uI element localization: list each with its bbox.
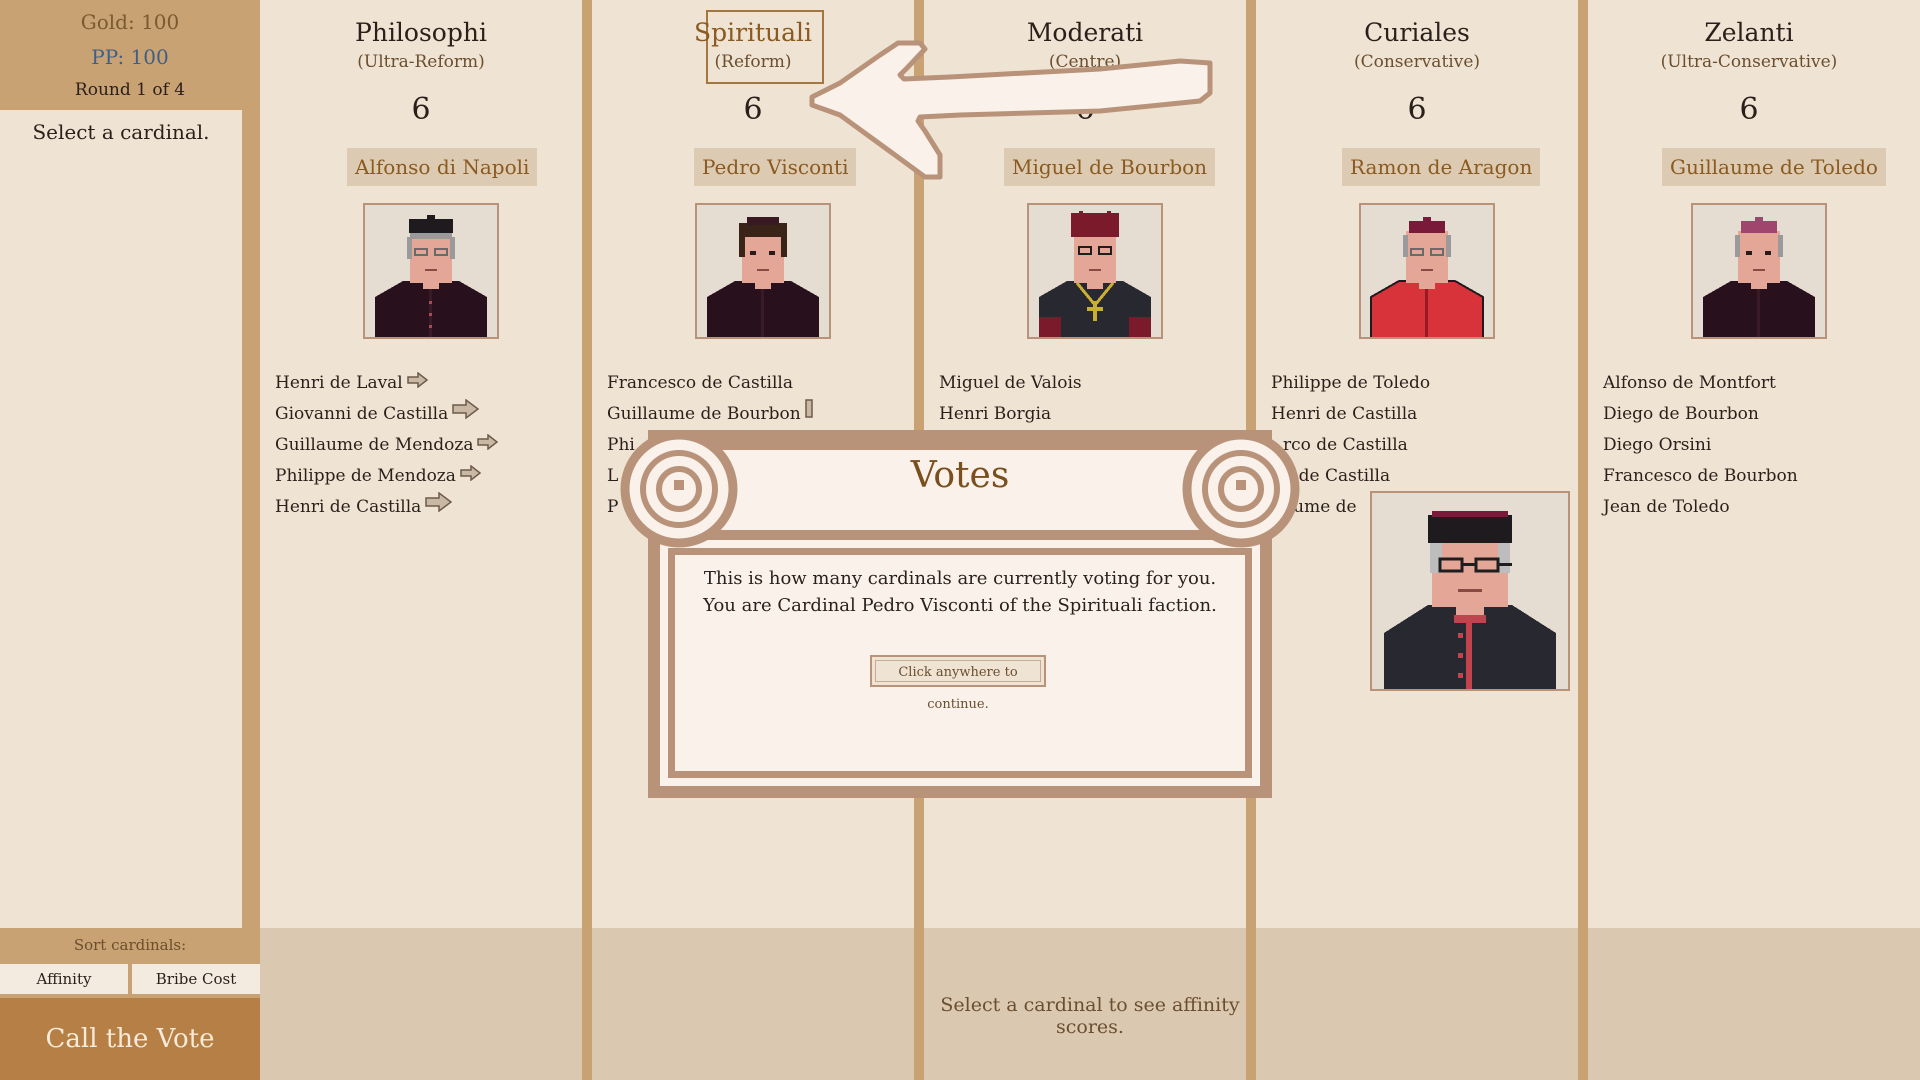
member-item[interactable]: Alfonso de Montfort [1603, 368, 1798, 399]
leader-portrait[interactable] [1691, 203, 1827, 339]
member-item[interactable]: Henri de Laval [275, 368, 499, 399]
faction-name: Philosophi [355, 18, 487, 47]
column-divider [1578, 0, 1588, 1080]
affinity-hint: Select a cardinal to see affinity scores… [940, 994, 1240, 1038]
tutorial-arrow-icon [800, 35, 1220, 189]
faction-subtitle: (Ultra-Reform) [357, 52, 485, 72]
faction-column-zelanti: Zelanti (Ultra-Conservative) 6 Guillaume… [1588, 0, 1920, 928]
faction-leader-button[interactable]: Ramon de Aragon [1342, 148, 1541, 186]
leader-portrait[interactable] [1359, 203, 1495, 339]
faction-vote-count: 6 [1407, 92, 1427, 127]
faction-name: Zelanti [1704, 18, 1794, 47]
faction-subtitle: (Ultra-Conservative) [1660, 52, 1838, 72]
arrow-right-icon [477, 430, 499, 461]
gold-counter: Gold: 100 [80, 10, 180, 34]
call-vote-button[interactable]: Call the Vote [0, 998, 260, 1080]
faction-vote-count: 6 [1739, 92, 1759, 127]
leader-portrait[interactable] [363, 203, 499, 339]
member-item[interactable]: Francesco de Bourbon [1603, 461, 1798, 492]
member-item[interactable]: Giovanni de Castilla [275, 398, 499, 430]
sort-affinity-button[interactable]: Affinity [0, 964, 128, 994]
leader-portrait[interactable] [695, 203, 831, 339]
column-divider [582, 0, 592, 1080]
member-item[interactable]: Miguel de Valois [939, 368, 1082, 399]
member-item[interactable]: Diego Orsini [1603, 430, 1798, 461]
faction-leader-button[interactable]: Alfonso di Napoli [347, 148, 538, 186]
affinity-strip [260, 928, 582, 1080]
continue-button-border [875, 660, 1041, 682]
member-item[interactable]: Diego de Bourbon [1603, 399, 1798, 430]
faction-subtitle: (Conservative) [1353, 52, 1481, 72]
faction-name: Curiales [1364, 18, 1470, 47]
member-list: Alfonso de Montfort Diego de Bourbon Die… [1603, 368, 1798, 523]
round-indicator: Round 1 of 4 [74, 80, 186, 100]
affinity-strip [1256, 928, 1578, 1080]
arrow-right-icon [452, 398, 480, 430]
member-item[interactable]: Jean de Toledo [1603, 492, 1798, 523]
member-item[interactable]: Philippe de Mendoza [275, 461, 499, 492]
member-item[interactable]: Guillaume de Mendoza [275, 430, 499, 461]
player-stats: Gold: 100 PP: 100 Round 1 of 4 [0, 0, 260, 110]
votes-modal[interactable]: Votes This is how many cardinals are cur… [620, 420, 1300, 800]
affinity-strip [592, 928, 914, 1080]
arrow-right-icon [460, 461, 482, 492]
arrow-right-icon [407, 368, 429, 399]
leader-portrait[interactable] [1027, 203, 1163, 339]
member-list: Henri de Laval Giovanni de Castilla Guil… [275, 368, 499, 523]
modal-body-text: This is how many cardinals are currently… [703, 568, 1217, 616]
member-item[interactable]: Henri de Castilla [275, 491, 499, 523]
sidebar: Gold: 100 PP: 100 Round 1 of 4 Select a … [0, 0, 260, 1080]
arrow-right-icon [425, 491, 453, 523]
faction-leader-button[interactable]: Guillaume de Toledo [1662, 148, 1886, 186]
member-item[interactable]: Francesco de Castilla [607, 368, 813, 399]
modal-title: Votes [910, 455, 1010, 496]
pp-counter: PP: 100 [91, 45, 169, 69]
member-item[interactable]: Philippe de Toledo [1271, 368, 1430, 399]
faction-vote-count: 6 [411, 92, 431, 127]
select-cardinal-message: Select a cardinal. [32, 120, 210, 144]
faction-column-curiales: Curiales (Conservative) 6 Ramon de Arago… [1256, 0, 1578, 928]
cardinal-detail-panel: Select a cardinal. [0, 110, 242, 928]
sort-bribe-cost-button[interactable]: Bribe Cost [132, 964, 260, 994]
faction-column-philosophi: Philosophi (Ultra-Reform) 6 Alfonso di N… [260, 0, 582, 928]
player-cardinal-portrait [1370, 491, 1570, 691]
continue-button[interactable]: Click anywhere to continue. [870, 655, 1046, 712]
sort-label: Sort cardinals: [73, 936, 187, 954]
affinity-strip [1588, 928, 1920, 1080]
